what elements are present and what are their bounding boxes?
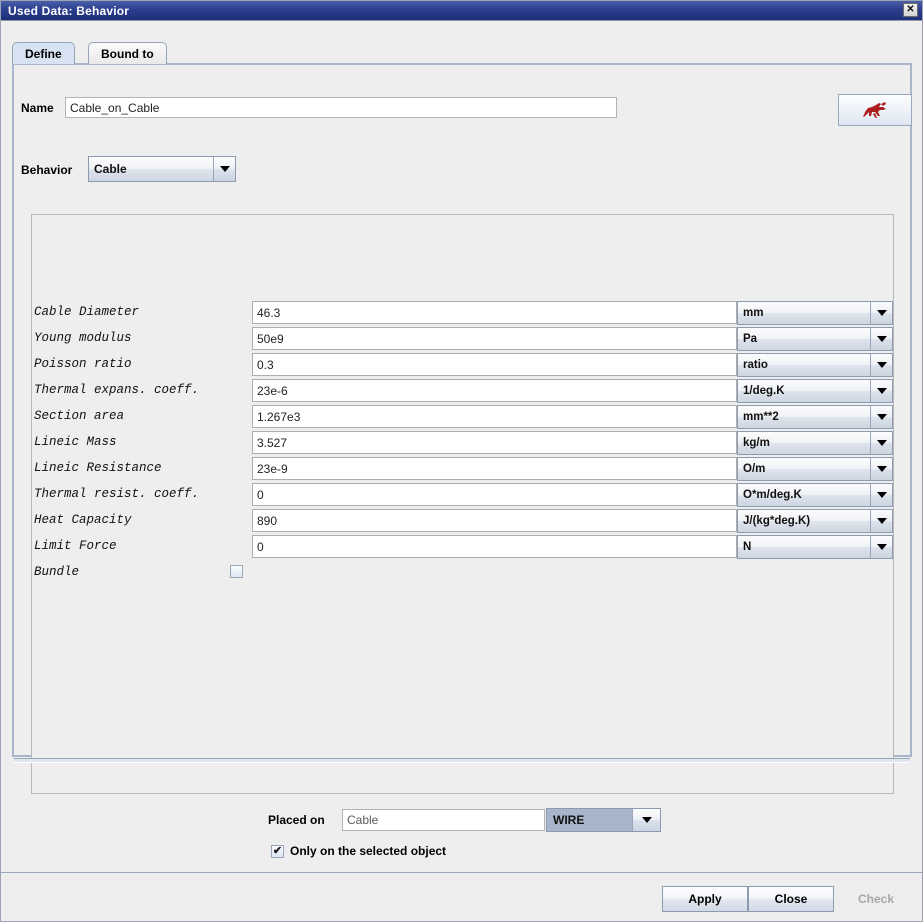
parameter-label: Cable Diameter [34, 305, 139, 319]
chevron-down-icon[interactable] [870, 536, 892, 558]
dialog-window: Used Data: Behavior ✕ Define Bound to Na… [0, 0, 923, 922]
parameter-row: Young modulus Pa [32, 326, 895, 352]
parameter-unit-select[interactable]: 1/deg.K [737, 379, 893, 403]
chevron-down-icon[interactable] [870, 406, 892, 428]
title-bar: Used Data: Behavior ✕ [1, 1, 922, 21]
behavior-label: Behavior [21, 163, 72, 177]
behavior-select[interactable]: Cable [88, 156, 236, 182]
tab-define[interactable]: Define [12, 42, 75, 64]
parameter-value-input[interactable] [252, 353, 737, 376]
parameter-row: Section area mm**2 [32, 404, 895, 430]
check-button: Check [838, 886, 914, 912]
parameter-label: Limit Force [34, 539, 117, 553]
parameter-unit-value: mm [738, 307, 870, 319]
chevron-down-icon[interactable] [632, 809, 660, 831]
parameter-unit-value: Pa [738, 333, 870, 345]
parameter-unit-select[interactable]: O/m [737, 457, 893, 481]
close-button[interactable]: Close [748, 886, 834, 912]
apply-button[interactable]: Apply [662, 886, 748, 912]
parameter-label: Lineic Mass [34, 435, 117, 449]
parameter-unit-value: 1/deg.K [738, 385, 870, 397]
window-title: Used Data: Behavior [8, 4, 129, 18]
parameter-label: Young modulus [34, 331, 132, 345]
parameter-unit-value: ratio [738, 359, 870, 371]
check-icon: ✔ [273, 846, 282, 857]
parameter-unit-select[interactable]: mm [737, 301, 893, 325]
chevron-down-icon[interactable] [870, 458, 892, 480]
parameter-value-input[interactable] [252, 535, 737, 558]
chevron-down-icon[interactable] [870, 328, 892, 350]
parameter-value-input[interactable] [252, 509, 737, 532]
bundle-checkbox[interactable] [230, 565, 243, 578]
placed-on-input[interactable] [342, 809, 545, 831]
parameter-value-input[interactable] [252, 457, 737, 480]
running-dog-icon-button[interactable] [838, 94, 912, 126]
parameter-row: Lineic Mass kg/m [32, 430, 895, 456]
parameter-unit-value: N [738, 541, 870, 553]
chevron-down-icon[interactable] [870, 432, 892, 454]
parameter-unit-value: kg/m [738, 437, 870, 449]
name-input[interactable] [65, 97, 617, 118]
parameter-value-input[interactable] [252, 327, 737, 350]
parameter-row: Cable Diameter mm [32, 300, 895, 326]
parameter-value-input[interactable] [252, 379, 737, 402]
only-selected-object-checkbox[interactable]: ✔ [271, 845, 284, 858]
footer-bar: Apply Close Check [1, 875, 922, 921]
tab-bound-to[interactable]: Bound to [88, 42, 167, 64]
placed-on-label: Placed on [268, 813, 325, 827]
parameter-label: Section area [34, 409, 124, 423]
parameter-label: Thermal resist. coeff. [34, 487, 199, 501]
chevron-down-icon[interactable] [870, 302, 892, 324]
tab-strip: Define Bound to [12, 42, 912, 64]
bundle-label: Bundle [34, 565, 79, 579]
panel-separator [14, 758, 910, 763]
parameter-label: Heat Capacity [34, 513, 132, 527]
placed-on-type-value: WIRE [547, 809, 632, 831]
parameters-panel: Cable Diameter mm Young modulus Pa Poisson r… [31, 214, 894, 794]
parameter-value-input[interactable] [252, 405, 737, 428]
parameter-unit-value: O/m [738, 463, 870, 475]
parameter-unit-select[interactable]: ratio [737, 353, 893, 377]
parameter-row: Limit Force N [32, 534, 895, 560]
chevron-down-icon[interactable] [870, 510, 892, 532]
parameter-unit-value: J/(kg*deg.K) [738, 515, 870, 527]
parameter-label: Poisson ratio [34, 357, 132, 371]
parameter-row: Heat Capacity J/(kg*deg.K) [32, 508, 895, 534]
bundle-row: Bundle [32, 560, 895, 586]
parameter-label: Thermal expans. coeff. [34, 383, 199, 397]
placed-on-type-select[interactable]: WIRE [546, 808, 661, 832]
parameter-unit-select[interactable]: O*m/deg.K [737, 483, 893, 507]
parameter-row: Poisson ratio ratio [32, 352, 895, 378]
chevron-down-icon[interactable] [870, 484, 892, 506]
behavior-select-value: Cable [89, 162, 213, 176]
parameter-value-input[interactable] [252, 301, 737, 324]
parameter-unit-select[interactable]: mm**2 [737, 405, 893, 429]
parameter-row: Thermal expans. coeff. 1/deg.K [32, 378, 895, 404]
chevron-down-icon[interactable] [870, 354, 892, 376]
parameter-unit-select[interactable]: N [737, 535, 893, 559]
close-icon[interactable]: ✕ [903, 3, 918, 17]
parameter-value-input[interactable] [252, 431, 737, 454]
parameters-list: Cable Diameter mm Young modulus Pa Poisson r… [32, 300, 895, 586]
parameter-label: Lineic Resistance [34, 461, 162, 475]
parameter-value-input[interactable] [252, 483, 737, 506]
parameter-row: Lineic Resistance O/m [32, 456, 895, 482]
parameter-unit-select[interactable]: Pa [737, 327, 893, 351]
parameter-unit-select[interactable]: kg/m [737, 431, 893, 455]
parameter-row: Thermal resist. coeff. O*m/deg.K [32, 482, 895, 508]
only-selected-object-row: ✔ Only on the selected object [271, 844, 446, 858]
chevron-down-icon[interactable] [213, 157, 235, 181]
running-dog-icon [862, 101, 888, 119]
only-selected-object-label: Only on the selected object [290, 844, 446, 858]
name-label: Name [21, 101, 54, 115]
parameter-unit-value: O*m/deg.K [738, 489, 870, 501]
parameter-unit-value: mm**2 [738, 411, 870, 423]
chevron-down-icon[interactable] [870, 380, 892, 402]
parameter-unit-select[interactable]: J/(kg*deg.K) [737, 509, 893, 533]
